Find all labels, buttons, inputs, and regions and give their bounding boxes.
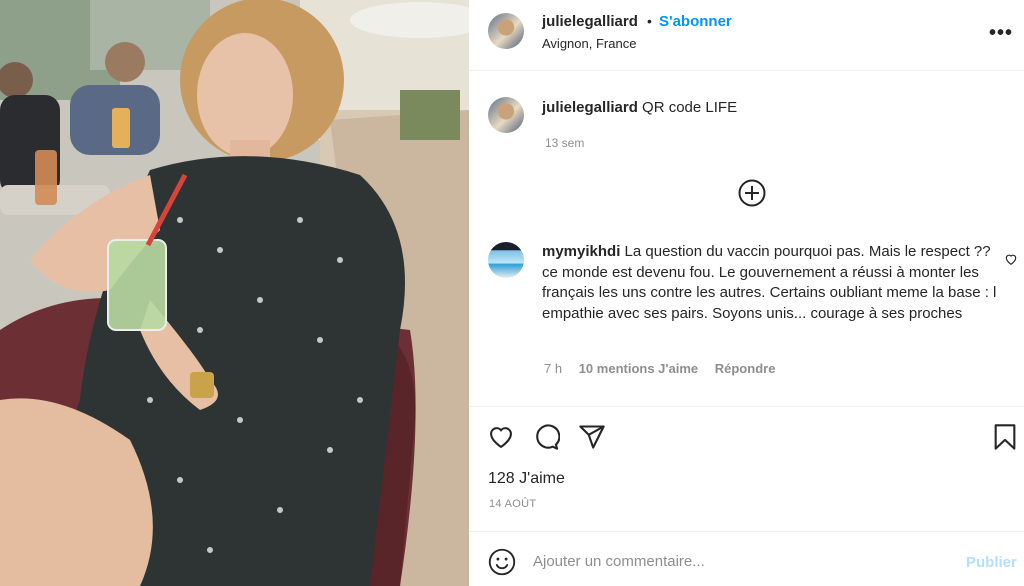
commenter-username[interactable]: mymyikhdi [542, 243, 620, 260]
post-caption: julielegalliard QR code LIFE [542, 99, 737, 116]
caption-text: QR code LIFE [642, 99, 738, 116]
bookmark-icon[interactable] [991, 423, 1019, 451]
caption-time: 13 sem [545, 136, 585, 150]
more-options-icon[interactable]: ••• [989, 22, 1013, 45]
comment-like-icon[interactable] [1004, 252, 1018, 266]
add-icon[interactable] [737, 178, 767, 208]
post-detail-panel: julielegalliard • S'abonner Avignon, Fra… [469, 0, 1024, 586]
post-location[interactable]: Avignon, France [542, 36, 636, 51]
comment-time[interactable]: 7 h [544, 361, 562, 376]
post-photo-illustration [0, 0, 469, 586]
comment-icon[interactable] [532, 423, 560, 451]
share-icon[interactable] [578, 423, 606, 451]
author-username[interactable]: julielegalliard [542, 13, 638, 30]
emoji-icon[interactable] [488, 548, 516, 576]
comment-body: mymyikhdi La question du vaccin pourquoi… [542, 242, 1002, 324]
post-photo[interactable] [0, 0, 469, 586]
likes-count[interactable]: 128 J'aime [488, 470, 565, 488]
publish-button[interactable]: Publier [966, 554, 1017, 571]
commenter-avatar[interactable] [488, 242, 524, 278]
post-date[interactable]: 14 AOÛT [489, 498, 536, 510]
author-avatar[interactable] [488, 13, 524, 49]
reply-button[interactable]: Répondre [715, 361, 776, 376]
caption-username[interactable]: julielegalliard [542, 99, 638, 116]
caption-author-avatar[interactable] [488, 97, 524, 133]
comment-likes[interactable]: 10 mentions J'aime [579, 361, 698, 376]
post-actions: 128 J'aime 14 AOÛT [469, 406, 1024, 531]
separator-dot: • [647, 13, 652, 29]
heart-icon[interactable] [487, 423, 515, 451]
post-header: julielegalliard • S'abonner Avignon, Fra… [469, 0, 1024, 71]
add-comment-bar: Publier [469, 531, 1024, 586]
comment-meta: 7 h 10 mentions J'aime Répondre [544, 361, 788, 376]
comment-input[interactable] [533, 548, 953, 574]
follow-button[interactable]: S'abonner [659, 13, 732, 30]
